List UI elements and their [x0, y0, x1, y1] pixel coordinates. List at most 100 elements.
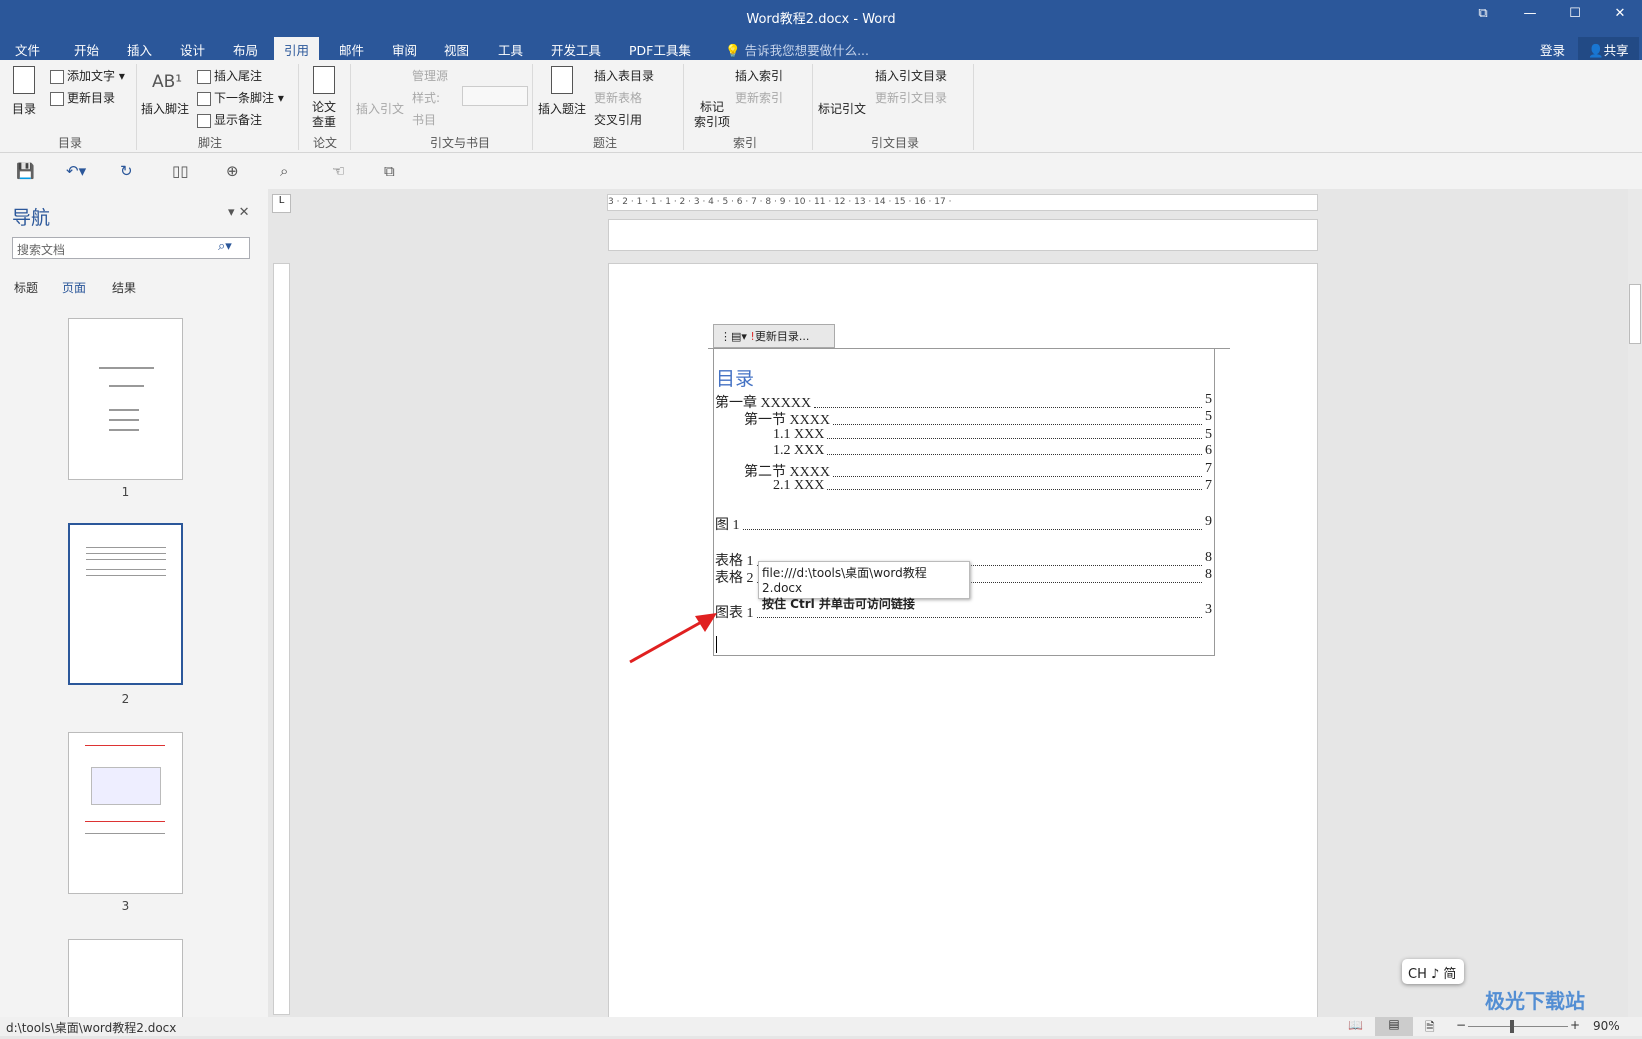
print-layout-view-icon[interactable]: ▤	[1375, 1017, 1413, 1036]
horizontal-ruler[interactable]: 3 · 2 · 1 · 1 · 1 · 2 · 3 · 4 · 5 · 6 · …	[607, 194, 1318, 211]
tab-selector[interactable]: L	[272, 194, 291, 213]
person-icon: 👤	[1588, 43, 1604, 58]
zoom-level[interactable]: 90%	[1593, 1019, 1620, 1033]
touch-icon[interactable]: ☜	[332, 162, 345, 180]
insert-citation-button[interactable]: 插入引文	[356, 100, 404, 117]
style-dropdown[interactable]	[462, 86, 528, 106]
nav-tab-pages[interactable]: 页面	[62, 279, 86, 296]
toc-button[interactable]: 目录	[12, 100, 36, 117]
nav-options-icon[interactable]: ▾ ✕	[228, 205, 250, 220]
redo-icon[interactable]: ↻	[120, 162, 133, 180]
group-label-caption: 题注	[592, 136, 617, 150]
tab-layout[interactable]: 布局	[223, 37, 268, 60]
tell-me-box[interactable]: 💡 告诉我您想要做什么...	[715, 37, 879, 60]
endnote-icon	[197, 69, 211, 84]
ribbon-display-button[interactable]: ⧉	[1468, 6, 1498, 21]
page-thumbnail-4[interactable]	[68, 939, 183, 1019]
update-toa-button[interactable]: 更新引文目录	[875, 89, 947, 106]
update-table-button[interactable]: 更新表格	[594, 89, 642, 106]
group-label-index: 索引	[732, 136, 757, 150]
toc-control-toolbar[interactable]: ⋮▤▾ !更新目录...	[713, 324, 835, 348]
tab-tools[interactable]: 工具	[488, 37, 533, 60]
window-icon[interactable]: ⧉	[384, 162, 395, 180]
tab-review[interactable]: 审阅	[382, 37, 427, 60]
insert-index-button[interactable]: 插入索引	[735, 67, 783, 84]
toc-entry[interactable]: 图 19	[715, 514, 1212, 534]
insert-table-of-figures-button[interactable]: 插入表目录	[594, 67, 654, 84]
update-icon	[50, 91, 64, 106]
insert-toa-button[interactable]: 插入引文目录	[875, 67, 947, 84]
tab-home[interactable]: 开始	[64, 37, 109, 60]
tab-developer[interactable]: 开发工具	[541, 37, 611, 60]
show-notes-button[interactable]: 显示备注	[197, 111, 262, 128]
insert-endnote-button[interactable]: 插入尾注	[197, 67, 262, 84]
cross-reference-button[interactable]: 交叉引用	[594, 111, 642, 128]
toc-entry[interactable]: 第一节 XXXX 5	[744, 409, 1212, 429]
tab-file[interactable]: 文件	[5, 37, 50, 60]
zoom-out-button[interactable]: −	[1456, 1018, 1466, 1032]
save-icon[interactable]: 💾	[16, 162, 35, 180]
update-toc-tab[interactable]: 更新目录...	[755, 330, 810, 343]
page-thumbnail-3[interactable]	[68, 732, 183, 894]
tab-insert[interactable]: 插入	[117, 37, 162, 60]
toc-entry[interactable]: 1.2 XXX 6	[773, 443, 1212, 459]
search-input[interactable]: 搜索文档	[12, 237, 250, 259]
next-footnote-button[interactable]: 下一条脚注 ▾	[197, 89, 284, 106]
read-mode-view-icon[interactable]: 📖	[1348, 1018, 1363, 1032]
share-label: 共享	[1603, 43, 1629, 58]
tab-mailings[interactable]: 邮件	[329, 37, 374, 60]
tell-me-text: 告诉我您想要做什么...	[744, 43, 869, 58]
update-index-button[interactable]: 更新索引	[735, 89, 783, 106]
toc-menu-icon[interactable]: ⋮▤▾	[720, 330, 750, 343]
manage-sources-button[interactable]: 管理源	[412, 67, 448, 84]
share-button[interactable]: 👤共享	[1578, 37, 1639, 60]
add-text-icon	[50, 69, 64, 84]
login-link[interactable]: 登录	[1530, 37, 1575, 60]
quick-access-toolbar: 💾 ↶▾ ↻ ▯▯ ⊕ ⌕ ☜ ⧉	[0, 153, 1642, 189]
toc-entry[interactable]: 1.1 XXX 5	[773, 427, 1212, 443]
tab-pdf[interactable]: PDF工具集	[619, 37, 701, 60]
add-text-button[interactable]: 添加文字 ▾	[50, 67, 125, 84]
insert-caption-button[interactable]: 插入题注	[538, 100, 586, 117]
vertical-ruler[interactable]	[273, 263, 290, 1015]
group-label-citation: 引文与书目	[429, 136, 490, 150]
paper-check-icon	[313, 66, 335, 94]
mark-entry-button[interactable]: 标记 索引项	[694, 100, 730, 130]
vertical-scrollbar[interactable]	[1628, 189, 1642, 1017]
tab-view[interactable]: 视图	[434, 37, 479, 60]
page-thumbnail-2[interactable]	[68, 523, 183, 685]
nav-tab-headings[interactable]: 标题	[14, 279, 38, 296]
lightbulb-icon: 💡	[725, 43, 741, 58]
read-mode-icon[interactable]: ▯▯	[172, 162, 189, 180]
update-toc-button[interactable]: 更新目录	[50, 89, 115, 106]
paper-check-button[interactable]: 论文 查重	[312, 100, 336, 130]
mark-citation-button[interactable]: 标记引文	[818, 100, 866, 117]
preview-icon[interactable]: ⌕	[280, 162, 288, 180]
close-button[interactable]: ✕	[1605, 6, 1635, 21]
toc-entry[interactable]: 2.1 XXX 7	[773, 478, 1212, 494]
bibliography-button[interactable]: 书目	[412, 111, 436, 128]
zoom-slider-thumb[interactable]	[1510, 1020, 1514, 1033]
tab-references[interactable]: 引用	[274, 37, 320, 60]
ime-indicator[interactable]: CH ♪ 简	[1402, 959, 1464, 984]
tab-design[interactable]: 设计	[170, 37, 215, 60]
undo-icon[interactable]: ↶▾	[66, 162, 86, 180]
endnote-label: 插入尾注	[214, 69, 263, 83]
search-icon[interactable]: ⌕▾	[218, 239, 232, 254]
show-notes-icon	[197, 113, 211, 128]
status-bar: d:\tools\桌面\word教程2.docx 📖 ▤ 🗎 − + 90%	[0, 1017, 1642, 1036]
insert-footnote-button[interactable]: 插入脚注	[141, 100, 189, 117]
nav-tab-results[interactable]: 结果	[112, 279, 136, 296]
zoom-slider[interactable]	[1468, 1026, 1568, 1027]
minimize-button[interactable]: —	[1515, 6, 1545, 21]
scrollbar-thumb[interactable]	[1629, 284, 1641, 344]
maximize-button[interactable]: ☐	[1560, 6, 1590, 21]
zoom-in-button[interactable]: +	[1570, 1018, 1580, 1032]
next-footnote-label: 下一条脚注	[214, 91, 275, 105]
group-label-paper: 论文	[312, 136, 337, 150]
group-label-footnote: 脚注	[197, 136, 222, 150]
web-icon[interactable]: ⊕	[226, 162, 239, 180]
style-label: 样式:	[412, 91, 441, 105]
page-thumbnail-1[interactable]	[68, 318, 183, 480]
red-arrow-annotation	[629, 613, 717, 664]
